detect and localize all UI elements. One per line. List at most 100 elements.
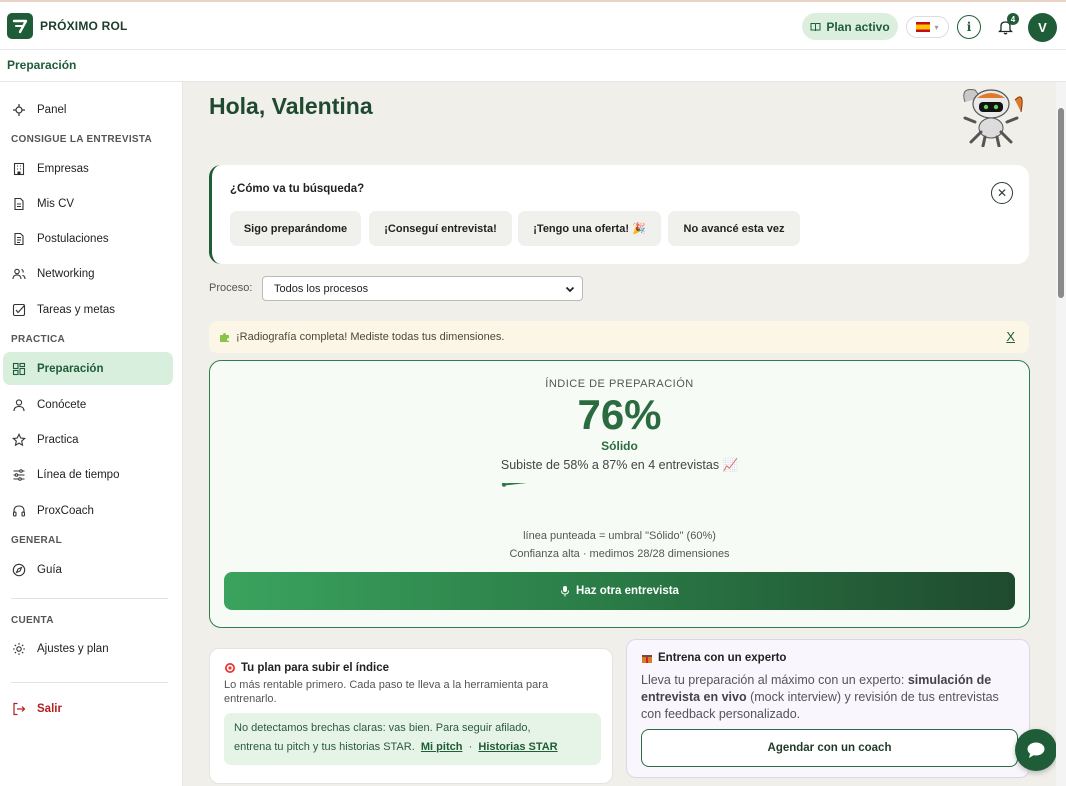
headphones-icon: [12, 504, 26, 517]
users-icon: [12, 268, 26, 279]
sidebar-item-label: Networking: [37, 267, 95, 280]
document-icon: [14, 197, 24, 210]
sidebar-item-label: Panel: [37, 103, 67, 116]
process-select[interactable]: Todos los procesos: [262, 276, 583, 301]
sidebar-item-label: Conócete: [37, 398, 87, 411]
chat-button[interactable]: [1015, 729, 1057, 771]
chat-icon: [1027, 742, 1045, 758]
close-icon[interactable]: ✕: [991, 182, 1013, 204]
sidebar-item-label: Preparación: [37, 362, 104, 375]
checkbox-icon: [12, 303, 26, 316]
improvement-plan-card: Tu plan para subir el índice Lo más rent…: [209, 648, 613, 784]
option-no-progress[interactable]: No avancé esta vez: [668, 211, 800, 246]
user-icon: [13, 398, 25, 411]
sidebar-item-label: Ajustes y plan: [37, 642, 109, 655]
scrollbar[interactable]: [1056, 82, 1066, 786]
readiness-label: ÍNDICE DE PREPARACIÓN: [545, 378, 694, 390]
pitch-link[interactable]: Mi pitch: [421, 741, 463, 753]
target-icon: [225, 663, 235, 673]
plan-description: Lo más rentable primero. Cada paso te ll…: [224, 679, 549, 705]
sidebar-item-label: Guía: [37, 563, 62, 576]
sidebar-item-label: Postulaciones: [37, 232, 109, 245]
expert-title-text: Entrena con un experto: [658, 652, 787, 664]
crosshair-icon: [13, 103, 25, 116]
sidebar-item-panel[interactable]: Panel: [3, 93, 173, 126]
robot-mascot-icon: [963, 89, 1023, 147]
expert-training-card: Entrena con un experto Lleva tu preparac…: [626, 639, 1030, 778]
notifications-button[interactable]: 4: [993, 13, 1019, 39]
sidebar-item-guia[interactable]: Guía: [3, 553, 173, 586]
sliders-icon: [13, 468, 25, 481]
link-separator: ·: [468, 741, 473, 753]
readiness-level: Sólido: [601, 439, 638, 453]
sidebar-item-label: ProxCoach: [37, 504, 94, 517]
plan-title-text: Tu plan para subir el índice: [241, 662, 390, 674]
star-icon: [12, 432, 26, 446]
gear-icon: [13, 642, 25, 655]
chevron-down-icon: ▾: [934, 22, 939, 32]
sidebar-item-networking[interactable]: Networking: [3, 257, 173, 290]
sidebar-item-label: Practica: [37, 433, 79, 446]
process-select-value: Todos los procesos: [274, 282, 369, 295]
language-selector[interactable]: ▾: [906, 16, 949, 38]
plan-suggestion-text: No detectamos brechas claras: vas bien. …: [234, 722, 531, 734]
expert-title: Entrena con un experto: [641, 652, 786, 664]
sidebar-item-cv[interactable]: Mis CV: [3, 187, 173, 220]
plan-active-button[interactable]: Plan activo: [802, 13, 898, 40]
section-interview: CONSIGUE LA ENTREVISTA: [11, 134, 153, 145]
trend-line: [503, 483, 527, 486]
plan-suggestion-box: No detectamos brechas claras: vas bien. …: [224, 713, 601, 765]
option-still-preparing[interactable]: Sigo preparándome: [230, 211, 361, 246]
search-status-card: ¿Cómo va tu búsqueda? ✕ Sigo preparándom…: [209, 165, 1029, 264]
plan-label: Plan activo: [826, 19, 890, 34]
sidebar-item-tareas[interactable]: Tareas y metas: [3, 293, 173, 326]
sidebar-item-practica[interactable]: Practica: [3, 423, 173, 456]
notice-close-button[interactable]: X: [1006, 329, 1015, 344]
option-got-offer[interactable]: ¡Tengo una oferta! 🎉: [518, 211, 661, 246]
sidebar-item-timeline[interactable]: Línea de tiempo: [3, 458, 173, 491]
sidebar-item-ajustes[interactable]: Ajustes y plan: [3, 632, 173, 665]
user-avatar[interactable]: V: [1028, 13, 1057, 42]
new-interview-button[interactable]: Haz otra entrevista: [224, 572, 1015, 610]
sidebar-item-conocete[interactable]: Conócete: [3, 388, 173, 421]
sidebar-item-label: Salir: [37, 702, 62, 715]
page-title: Preparación: [7, 58, 77, 72]
sidebar-divider: [11, 682, 168, 683]
app-name[interactable]: PRÓXIMO ROL: [40, 19, 128, 33]
gift-icon: [642, 655, 652, 663]
section-practice: PRACTICA: [11, 334, 66, 345]
readiness-index-card: ÍNDICE DE PREPARACIÓN 76% Sólido Subiste…: [209, 360, 1030, 628]
sidebar: Panel CONSIGUE LA ENTREVISTA Empresas Mi…: [0, 82, 183, 786]
expert-description: Lleva tu preparación al máximo con un ex…: [641, 672, 1021, 723]
greeting-heading: Hola, Valentina: [209, 93, 373, 119]
plan-suggestion-text-2: entrena tu pitch y tus historias STAR.: [234, 741, 415, 753]
sidebar-item-empresas[interactable]: Empresas: [3, 152, 173, 185]
sidebar-item-label: Empresas: [37, 162, 89, 175]
plan-title: Tu plan para subir el índice: [224, 662, 389, 674]
schedule-coach-button[interactable]: Agendar con un coach: [641, 729, 1018, 767]
sidebar-item-postulaciones[interactable]: Postulaciones: [3, 222, 173, 255]
sidebar-item-logout[interactable]: Salir: [3, 692, 173, 725]
scrollbar-thumb[interactable]: [1058, 108, 1064, 298]
complete-notice: ¡Radiografía completa! Mediste todas tus…: [209, 321, 1029, 353]
top-bar: PRÓXIMO ROL Plan activo ▾ i 4 V: [0, 0, 1066, 50]
threshold-note: línea punteada = umbral "Sólido" (60%): [523, 530, 716, 542]
dashboard-icon: [12, 362, 26, 375]
sidebar-item-label: Línea de tiempo: [37, 468, 120, 481]
sidebar-divider: [11, 598, 168, 599]
building-icon: [13, 162, 25, 175]
option-got-interview[interactable]: ¡Conseguí entrevista!: [369, 211, 512, 246]
new-interview-label: Haz otra entrevista: [576, 585, 679, 597]
info-button[interactable]: i: [957, 15, 981, 39]
compass-icon: [12, 563, 26, 576]
process-label: Proceso:: [209, 282, 253, 294]
sidebar-item-preparacion[interactable]: Preparación: [3, 352, 173, 385]
expert-desc-part: Lleva tu preparación al máximo con un ex…: [641, 673, 905, 687]
star-stories-link[interactable]: Historias STAR: [478, 741, 557, 753]
notice-text: ¡Radiografía completa! Mediste todas tus…: [236, 331, 505, 343]
main-content: Hola, Valentina ¿Cómo va tu búsqueda? ✕ …: [183, 82, 1056, 786]
trend-point: [501, 483, 507, 487]
sidebar-item-proxcoach[interactable]: ProxCoach: [3, 494, 173, 527]
trend-sparkline: [501, 483, 527, 487]
logo-icon[interactable]: [7, 13, 33, 39]
